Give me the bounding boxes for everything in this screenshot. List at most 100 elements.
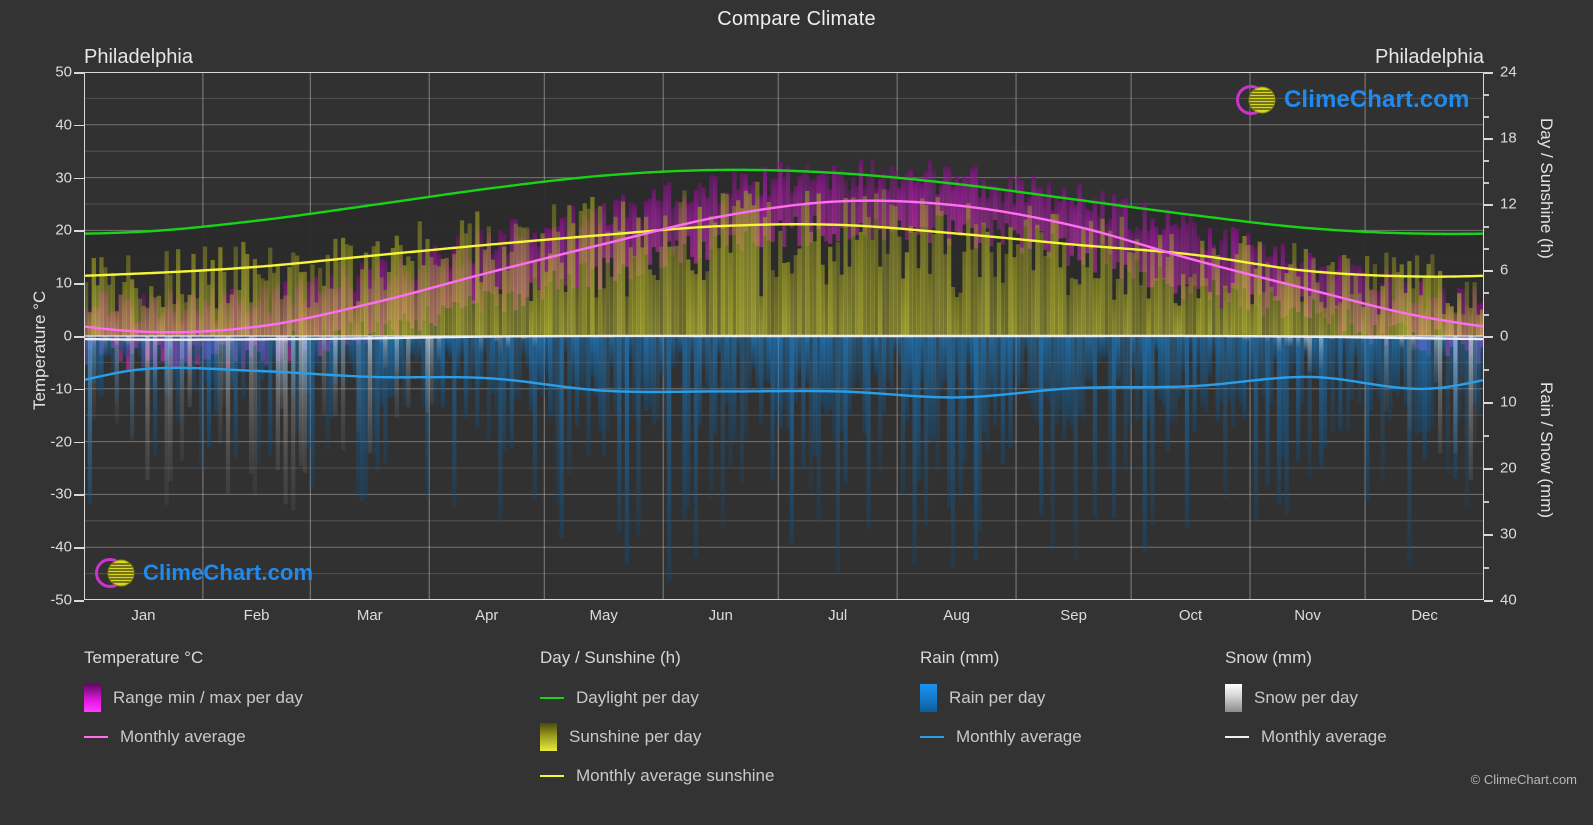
y-tick-mark xyxy=(74,441,84,444)
y-tick-label: 10 xyxy=(55,274,72,292)
legend-item[interactable]: Snow per day xyxy=(1225,678,1387,717)
legend-line-marker xyxy=(920,735,944,738)
legend-group-heading: Snow (mm) xyxy=(1225,648,1312,667)
y-tick-mark xyxy=(74,124,84,127)
y-tick-label: 50 xyxy=(55,63,72,81)
legend-swatch xyxy=(84,683,101,712)
y2-tick-label: 10 xyxy=(1500,393,1517,411)
y-tick-mark xyxy=(74,547,84,549)
climechart-logo-text-bottom: ClimeChart.com xyxy=(143,560,314,585)
legend-item-label: Monthly average xyxy=(120,726,246,746)
y-tick-mark xyxy=(74,177,84,180)
x-tick-label: Jun xyxy=(708,607,733,624)
y2-tick-mark xyxy=(1484,534,1493,536)
legend-item[interactable]: Rain per day xyxy=(920,678,1082,717)
y2-tick-mark xyxy=(1484,600,1493,602)
y-tick-label: -50 xyxy=(50,591,72,609)
page-title: Compare Climate xyxy=(717,8,876,30)
climate-plot-svg xyxy=(84,72,1484,600)
y2-tick-label: 12 xyxy=(1500,195,1517,213)
legend-item[interactable]: Range min / max per day xyxy=(84,678,303,717)
y-tick-label: -40 xyxy=(50,538,72,556)
legend-item-label: Daylight per day xyxy=(576,687,699,707)
legend-item-label: Sunshine per day xyxy=(569,726,702,746)
x-tick-label: Jan xyxy=(131,607,156,624)
y-tick-mark xyxy=(74,600,84,602)
climechart-logo-text-top: ClimeChart.com xyxy=(1284,86,1470,113)
y2-minor-tick xyxy=(1484,369,1489,371)
climechart-logo-bottom[interactable]: ClimeChart.com xyxy=(93,553,313,593)
legend-item[interactable]: Monthly average xyxy=(920,717,1082,756)
x-tick-label: Jul xyxy=(828,607,848,624)
y2-minor-tick xyxy=(1484,567,1489,569)
y2-tick-mark xyxy=(1484,336,1493,338)
x-tick-label: Apr xyxy=(475,607,499,624)
y2-tick-label: 40 xyxy=(1500,591,1517,609)
y2-minor-tick xyxy=(1484,501,1489,503)
legend-item[interactable]: Monthly average sunshine xyxy=(540,756,774,795)
x-tick-label: Sep xyxy=(1060,607,1087,624)
legend-item-label: Monthly average xyxy=(956,726,1082,746)
chart-legend: Temperature °C Range min / max per day Mon… xyxy=(0,648,1593,825)
legend-item-label: Range min / max per day xyxy=(113,687,303,707)
y2-tick-mark xyxy=(1484,468,1493,470)
climate-chart-page: Compare Climate Philadelphia Philadelphi… xyxy=(0,0,1593,825)
x-tick-label: Feb xyxy=(243,607,270,624)
y2-tick-mark xyxy=(1484,138,1493,140)
station-label-left: Philadelphia xyxy=(84,46,193,68)
y2-tick-label: 0 xyxy=(1500,327,1509,345)
y-tick-label: -20 xyxy=(50,433,72,451)
y2-tick-mark xyxy=(1484,204,1493,206)
x-tick-label: May xyxy=(589,607,618,624)
climechart-logo-top[interactable]: ClimeChart.com xyxy=(1234,80,1469,120)
station-label-right: Philadelphia xyxy=(1375,46,1484,68)
y2-minor-tick xyxy=(1484,226,1489,228)
y2-minor-tick xyxy=(1484,292,1489,294)
legend-group: Day / Sunshine (h) Daylight per day Sunshi… xyxy=(540,648,774,795)
y2-tick-label: 6 xyxy=(1500,261,1509,279)
legend-item-label: Rain per day xyxy=(949,687,1046,707)
legend-group-heading: Temperature °C xyxy=(84,648,204,667)
legend-group-heading: Day / Sunshine (h) xyxy=(540,648,681,667)
y2-minor-tick xyxy=(1484,435,1489,437)
x-tick-label: Oct xyxy=(1178,607,1203,624)
y-tick-mark xyxy=(74,283,84,285)
y-tick-mark xyxy=(74,336,84,338)
y2-minor-tick xyxy=(1484,248,1489,250)
y2-minor-tick xyxy=(1484,116,1489,118)
y-tick-mark xyxy=(74,388,84,391)
legend-line-marker xyxy=(540,696,564,699)
copyright-notice: © ClimeChart.com xyxy=(1470,772,1577,787)
legend-line-marker xyxy=(84,735,108,738)
y-tick-mark xyxy=(74,494,84,496)
y2-tick-label: 30 xyxy=(1500,525,1517,543)
y2-tick-mark xyxy=(1484,72,1493,74)
y2-tick-label: 24 xyxy=(1500,63,1517,81)
y2-tick-mark xyxy=(1484,270,1493,272)
legend-item[interactable]: Daylight per day xyxy=(540,678,774,717)
legend-item[interactable]: Sunshine per day xyxy=(540,717,774,756)
legend-item-label: Snow per day xyxy=(1254,687,1358,707)
y-tick-label: 40 xyxy=(55,116,72,134)
x-tick-label: Mar xyxy=(356,607,383,624)
y2-tick-label: 18 xyxy=(1500,129,1517,147)
y2-minor-tick xyxy=(1484,314,1489,316)
y2-tick-label: 20 xyxy=(1500,459,1517,477)
legend-group: Temperature °C Range min / max per day Mon… xyxy=(84,648,303,756)
legend-item-label: Monthly average sunshine xyxy=(576,765,775,785)
legend-group-heading: Rain (mm) xyxy=(920,648,1000,667)
climechart-logo-mark-2 xyxy=(95,558,135,588)
climechart-logo-mark xyxy=(1236,85,1276,115)
y-tick-label: -30 xyxy=(50,485,72,503)
plot-area[interactable] xyxy=(84,72,1484,600)
legend-item[interactable]: Monthly average xyxy=(84,717,303,756)
legend-line-marker xyxy=(540,774,564,777)
y-tick-label: 30 xyxy=(55,169,72,187)
y-tick-label: -10 xyxy=(50,380,72,398)
y2-minor-tick xyxy=(1484,182,1489,184)
y-tick-label: 20 xyxy=(55,221,72,239)
x-tick-label: Nov xyxy=(1294,607,1321,624)
legend-group: Rain (mm) Rain per day Monthly average xyxy=(920,648,1082,756)
y-tick-label: 0 xyxy=(63,327,72,345)
legend-item[interactable]: Monthly average xyxy=(1225,717,1387,756)
